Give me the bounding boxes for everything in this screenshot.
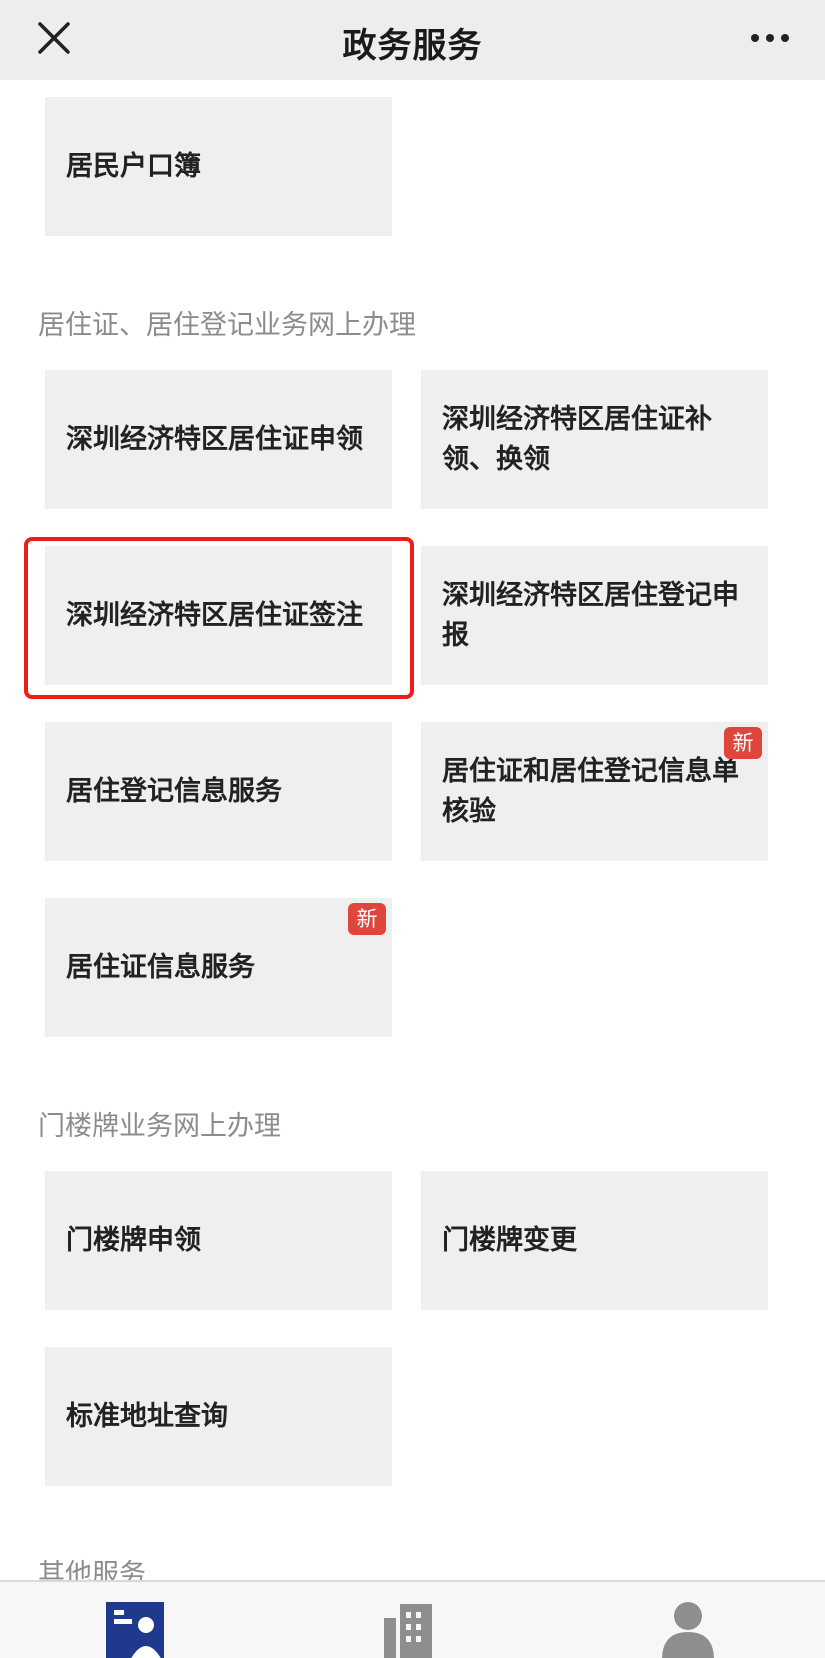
section-title-residence: 居住证、居住登记业务网上办理	[38, 310, 416, 341]
tile-permit-apply[interactable]: 深圳经济特区居住证申领	[45, 370, 392, 509]
tile-reg-report[interactable]: 深圳经济特区居住登记申报	[421, 546, 768, 685]
bottom-tab-bar	[0, 1580, 825, 1658]
tile-label: 深圳经济特区居住登记申报	[442, 579, 739, 651]
user-icon	[662, 1602, 714, 1658]
tile-address-query[interactable]: 标准地址查询	[45, 1347, 392, 1486]
tab-buildings[interactable]	[372, 1594, 452, 1658]
page-title: 政务服务	[342, 26, 483, 66]
tile-permit-info[interactable]: 居住证信息服务 新	[45, 898, 392, 1037]
tile-label: 标准地址查询	[66, 1400, 228, 1432]
tile-label: 居住登记信息服务	[66, 775, 282, 807]
section-title-doorplate: 门楼牌业务网上办理	[38, 1111, 281, 1142]
tile-permit-endorse[interactable]: 深圳经济特区居住证签注	[45, 546, 392, 685]
building-icon	[384, 1604, 432, 1658]
tile-label: 居住证信息服务	[66, 951, 255, 983]
tile-reg-verify[interactable]: 居住证和居住登记信息单核验 新	[421, 722, 768, 861]
tile-doorplate-apply[interactable]: 门楼牌申领	[45, 1171, 392, 1310]
new-badge: 新	[724, 727, 762, 759]
tile-label: 居民户口簿	[66, 150, 201, 182]
tile-reg-info[interactable]: 居住登记信息服务	[45, 722, 392, 861]
tile-label: 深圳经济特区居住证申领	[66, 423, 363, 455]
more-icon	[751, 34, 789, 42]
top-bar: 政务服务	[0, 0, 825, 80]
tile-label: 深圳经济特区居住证补领、换领	[442, 403, 712, 475]
service-card-icon	[106, 1602, 164, 1658]
tile-label: 门楼牌申领	[66, 1224, 201, 1256]
tile-label: 居住证和居住登记信息单核验	[442, 755, 739, 827]
more-button[interactable]	[748, 26, 792, 50]
new-badge: 新	[348, 903, 386, 935]
tile-label: 深圳经济特区居住证签注	[66, 599, 363, 631]
page: 政务服务 居民户口簿 居住证、居住登记业务网上办理 深圳经济特区居住证申领 深圳…	[0, 0, 825, 1658]
tile-label: 门楼牌变更	[442, 1224, 577, 1256]
tab-profile[interactable]	[648, 1594, 728, 1658]
tile-permit-reissue[interactable]: 深圳经济特区居住证补领、换领	[421, 370, 768, 509]
tab-services[interactable]	[96, 1594, 176, 1658]
tile-doorplate-change[interactable]: 门楼牌变更	[421, 1171, 768, 1310]
tile-hukou[interactable]: 居民户口簿	[45, 97, 392, 236]
